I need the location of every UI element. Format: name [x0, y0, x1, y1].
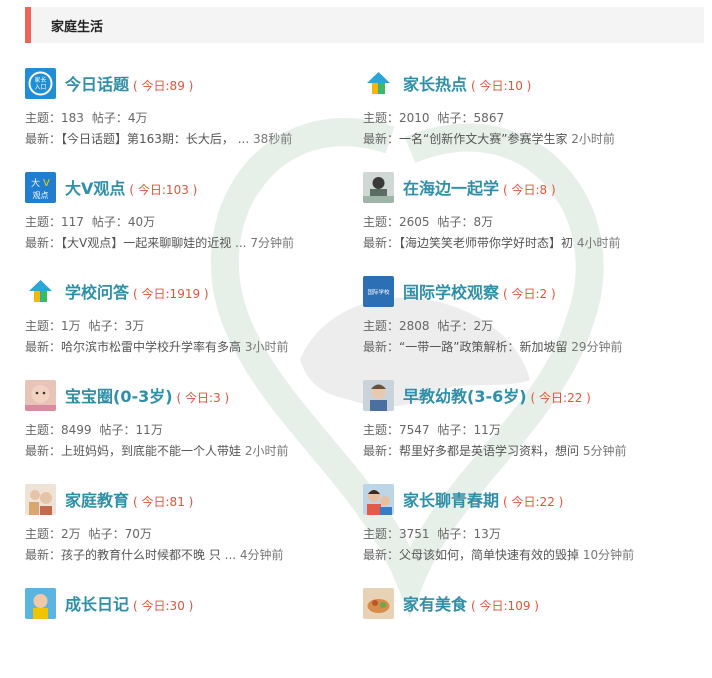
forum-item[interactable]: 家庭教育 ( 今日:81 ) 主题：2万 帖子：70万 最新：孩子的教育什么时候都不…	[25, 484, 355, 574]
forum-latest: 最新：一名“创新作文大赛”参赛学生家 2小时前	[363, 132, 615, 146]
baby-photo-icon[interactable]	[25, 380, 56, 411]
family-photo-icon[interactable]	[25, 484, 56, 515]
house-logo-icon[interactable]	[25, 276, 56, 307]
forum-today-count: ( 今日:10 )	[471, 79, 532, 93]
forum-name[interactable]: 宝宝圈(0-3岁)	[65, 387, 173, 406]
latest-post-link[interactable]: 父母该如何，简单快速有效的毁掉	[399, 548, 579, 562]
forum-stats: 主题：1万 帖子：3万	[25, 319, 145, 333]
forum-today-count: ( 今日:30 )	[133, 599, 194, 613]
forum-today-count: ( 今日:109 )	[471, 599, 539, 613]
latest-post-link[interactable]: 【海边笑笑老师带你学好时态】初	[399, 236, 573, 250]
forum-item[interactable]: 学校问答 ( 今日:1919 ) 主题：1万 帖子：3万 最新：哈尔滨市松雷中学校升…	[25, 276, 355, 366]
forum-name[interactable]: 在海边一起学	[403, 179, 499, 198]
forum-item[interactable]: 大 V 观点 大V观点( 今日:103 ) 主题：117 帖子：40万 最新：【大V观…	[25, 172, 355, 262]
dav-guandian-icon[interactable]: 大 V 观点	[25, 172, 56, 203]
svg-text:大: 大	[31, 177, 40, 189]
svg-text:V: V	[43, 178, 50, 189]
forum-today-count: ( 今日:89 )	[133, 79, 194, 93]
forum-today-count: ( 今日:3 )	[176, 391, 230, 405]
forum-item[interactable]: 在海边一起学 ( 今日:8 ) 主题：2605 帖子：8万 最新：【海边笑笑老师带你…	[363, 172, 693, 262]
forum-item[interactable]: 早教幼教(3-6岁)( 今日:22 ) 主题：7547 帖子：11万 最新：帮里好…	[363, 380, 693, 470]
forum-name[interactable]: 今日话题	[65, 75, 129, 94]
forum-latest: 最新：【今日话题】第163期：长大后， ... 38秒前	[25, 132, 293, 146]
forum-stats: 主题：7547 帖子：11万	[363, 423, 501, 437]
teen-photo-icon[interactable]	[363, 484, 394, 515]
kid-photo-icon[interactable]	[25, 588, 56, 619]
forum-today-count: ( 今日:103 )	[129, 183, 198, 197]
latest-post-link[interactable]: 【大V观点】一起来聊聊娃的近视	[61, 236, 231, 250]
section-header: 家庭生活	[25, 7, 704, 43]
forum-stats: 主题：2808 帖子：2万	[363, 319, 494, 333]
forum-name[interactable]: 家长热点	[403, 75, 467, 94]
forum-item[interactable]: 国际学校 国际学校观察 ( 今日:2 ) 主题：2808 帖子：2万 最新：“一带一…	[363, 276, 693, 366]
forum-name[interactable]: 家长聊青春期	[403, 491, 499, 510]
guoji-xuexiao-icon[interactable]: 国际学校	[363, 276, 394, 307]
forum-name[interactable]: 学校问答	[65, 283, 129, 302]
house-logo-icon[interactable]	[363, 68, 394, 99]
forum-name[interactable]: 早教幼教(3-6岁)	[403, 387, 527, 406]
child-photo-icon[interactable]	[363, 380, 394, 411]
forum-today-count: ( 今日:22 )	[503, 495, 564, 509]
forum-latest: 最新：上班妈妈，到底能不能一个人带娃 2小时前	[25, 444, 289, 458]
forum-item[interactable]: 家长聊青春期 ( 今日:22 ) 主题：3751 帖子：13万 最新：父母该如何，简…	[363, 484, 693, 574]
forum-stats: 主题：117 帖子：40万	[25, 215, 156, 229]
latest-post-link[interactable]: 孩子的教育什么时候都不晚 只	[61, 548, 221, 562]
forum-name[interactable]: 家有美食	[403, 595, 467, 614]
food-photo-icon[interactable]	[363, 588, 394, 619]
forum-stats: 主题：3751 帖子：13万	[363, 527, 501, 541]
forum-stats: 主题：2万 帖子：70万	[25, 527, 152, 541]
forum-name[interactable]: 家庭教育	[65, 491, 129, 510]
forum-today-count: ( 今日:8 )	[503, 183, 556, 197]
forum-stats: 主题：183 帖子：4万	[25, 111, 148, 125]
forum-item[interactable]: 家有美食 ( 今日:109 )	[363, 588, 693, 678]
forum-latest: 最新：哈尔滨市松雷中学校升学率有多高 3小时前	[25, 340, 289, 354]
svg-text:家长: 家长	[34, 76, 46, 84]
forum-stats: 主题：8499 帖子：11万	[25, 423, 163, 437]
teacher-photo-icon[interactable]	[363, 172, 394, 203]
forum-stats: 主题：2605 帖子：8万	[363, 215, 494, 229]
latest-post-link[interactable]: “一带一路”政策解析：新加坡留	[399, 340, 567, 354]
svg-text:入口: 入口	[34, 84, 46, 91]
section-title: 家庭生活	[51, 20, 104, 35]
forum-item[interactable]: 成长日记 ( 今日:30 )	[25, 588, 355, 678]
jiazhang-rukou-icon[interactable]: 家长 入口	[25, 68, 56, 99]
forum-item[interactable]: 家长 入口 今日话题 ( 今日:89 ) 主题：183 帖子：4万 最新：【今日话题】…	[25, 68, 355, 158]
forum-latest: 最新：父母该如何，简单快速有效的毁掉 10分钟前	[363, 548, 635, 562]
forum-stats: 主题：2010 帖子：5867	[363, 111, 505, 125]
latest-post-link[interactable]: 【今日话题】第163期：长大后，	[61, 132, 234, 146]
latest-post-link[interactable]: 上班妈妈，到底能不能一个人带娃	[61, 444, 241, 458]
forum-name[interactable]: 大V观点	[65, 179, 125, 198]
forum-item[interactable]: 家长热点 ( 今日:10 ) 主题：2010 帖子：5867 最新：一名“创新作文大…	[363, 68, 693, 158]
forum-latest: 最新：【大V观点】一起来聊聊娃的近视 ... 7分钟前	[25, 236, 294, 250]
latest-post-link[interactable]: 一名“创新作文大赛”参赛学生家	[399, 132, 567, 146]
svg-text:国际学校: 国际学校	[367, 288, 390, 296]
latest-post-link[interactable]: 哈尔滨市松雷中学校升学率有多高	[61, 340, 241, 354]
forum-latest: 最新：“一带一路”政策解析：新加坡留 29分钟前	[363, 340, 623, 354]
forum-today-count: ( 今日:2 )	[503, 287, 556, 301]
forum-item[interactable]: 宝宝圈(0-3岁)( 今日:3 ) 主题：8499 帖子：11万 最新：上班妈妈，…	[25, 380, 355, 470]
forum-name[interactable]: 成长日记	[65, 595, 129, 614]
latest-post-link[interactable]: 帮里好多都是英语学习资料，想问	[399, 444, 579, 458]
forum-latest: 最新：帮里好多都是英语学习资料，想问 5分钟前	[363, 444, 627, 458]
svg-text:观点: 观点	[33, 191, 49, 200]
forum-latest: 最新：孩子的教育什么时候都不晚 只 ... 4分钟前	[25, 548, 284, 562]
forum-today-count: ( 今日:1919 )	[133, 287, 209, 301]
forum-today-count: ( 今日:22 )	[530, 391, 591, 405]
forum-name[interactable]: 国际学校观察	[403, 283, 499, 302]
forum-today-count: ( 今日:81 )	[133, 495, 194, 509]
forum-latest: 最新：【海边笑笑老师带你学好时态】初 4小时前	[363, 236, 621, 250]
